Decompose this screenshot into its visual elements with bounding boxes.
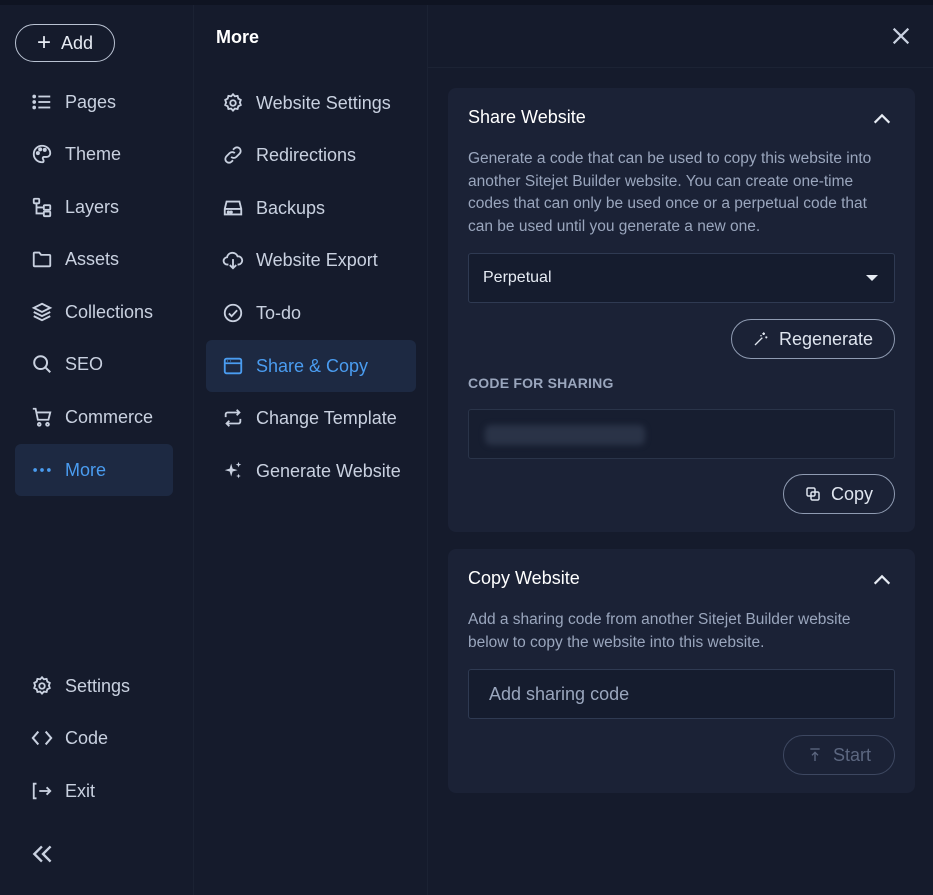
sidebar-item-pages[interactable]: Pages [15,76,173,128]
sidebar-item-more[interactable]: More [15,444,173,496]
sidebar-item-code[interactable]: Code [15,712,173,764]
sidebar-item-collections[interactable]: Collections [15,286,173,338]
browser-window-icon [223,357,243,375]
layers-tree-icon [32,197,52,218]
regenerate-label: Regenerate [778,328,874,349]
code-for-sharing-label: CODE FOR SHARING [468,375,614,391]
submenu-item-label: Change Template [256,407,397,428]
caret-down-icon [866,275,878,281]
sidebar-item-label: More [65,459,107,480]
regenerate-button[interactable]: Regenerate [731,319,895,359]
code-icon [31,730,53,746]
submenu-item-label: Website Export [256,249,378,270]
submenu-item-label: Backups [256,197,326,218]
swap-icon [224,409,242,427]
cloud-download-icon [222,251,244,270]
sidebar-item-layers[interactable]: Layers [15,181,173,233]
plus-icon: + [36,29,51,56]
submenu-item-backups[interactable]: Backups [206,182,416,234]
copy-code-button[interactable]: Copy [783,474,895,514]
chevron-up-icon[interactable] [871,108,893,130]
submenu-item-label: Share & Copy [256,355,369,376]
sidebar-item-label: Theme [65,143,122,164]
palette-icon [32,144,52,164]
sidebar-item-label: Pages [65,91,117,112]
share-website-title: Share Website [468,107,586,127]
sidebar-item-label: Commerce [65,406,154,427]
submenu-item-website-settings[interactable]: Website Settings [206,77,416,129]
sidebar-item-label: Layers [65,196,120,217]
exit-icon [32,782,52,800]
share-website-card: Share Website Generate a code that can b… [448,88,915,532]
gear-icon [33,675,51,695]
chevron-up-icon[interactable] [871,569,893,591]
copy-label: Copy [830,483,874,504]
list-icon [32,94,51,110]
submenu-item-label: Redirections [256,144,357,165]
sparkles-icon [224,461,242,479]
sidebar-item-label: Assets [65,248,120,269]
cart-icon [32,407,52,427]
share-copy-panel: Share Website Generate a code that can b… [427,5,933,895]
sidebar-item-theme[interactable]: Theme [15,128,173,180]
add-button[interactable]: + Add [15,24,115,62]
submenu-item-change-template[interactable]: Change Template [206,392,416,444]
header-divider [428,67,933,68]
start-label: Start [832,744,871,765]
copy-icon [806,487,820,501]
share-mode-select[interactable]: Perpetual [468,253,895,303]
sharing-code-input[interactable] [468,669,895,719]
sidebar-item-settings[interactable]: Settings [15,660,173,712]
sidebar-item-assets[interactable]: Assets [15,233,173,285]
submenu-item-label: Website Settings [256,92,391,113]
redacted-code [485,425,645,445]
drive-icon [223,200,243,216]
search-icon [33,355,51,373]
submenu-title: More [216,27,260,47]
check-circle-icon [223,303,243,323]
link-icon [224,146,242,164]
sidebar-item-label: Settings [65,675,131,696]
main-sidebar: + Add Pages Theme Layers Assets Collecti… [0,5,193,895]
sidebar-item-label: SEO [65,353,104,374]
close-button[interactable] [888,23,914,49]
sharing-code-field[interactable] [468,409,895,459]
copy-website-card: Copy Website Add a sharing code from ano… [448,549,915,793]
gear-icon [224,92,242,112]
submenu-item-todo[interactable]: To-do [206,287,416,339]
submenu-item-label: Generate Website [256,460,401,481]
sidebar-item-label: Exit [65,780,96,801]
start-button[interactable]: Start [783,735,895,775]
stack-icon [31,302,53,322]
submenu-item-share-copy[interactable]: Share & Copy [206,340,416,392]
upload-icon [810,748,820,761]
sidebar-item-commerce[interactable]: Commerce [15,391,173,443]
more-submenu: More Website Settings Redirections Backu… [193,5,427,895]
share-mode-value: Perpetual [483,269,552,286]
folder-icon [32,251,52,268]
copy-website-title: Copy Website [468,568,580,588]
submenu-item-website-export[interactable]: Website Export [206,234,416,286]
share-website-description: Generate a code that can be used to copy… [468,150,872,235]
close-icon [892,27,910,45]
submenu-item-generate-website[interactable]: Generate Website [206,445,416,497]
sidebar-item-label: Collections [65,301,154,322]
magic-wand-icon [754,332,768,346]
sidebar-item-exit[interactable]: Exit [15,765,173,817]
copy-website-description: Add a sharing code from another Sitejet … [468,611,851,651]
submenu-item-label: To-do [256,302,302,323]
double-chevron-left-icon [32,845,52,863]
collapse-sidebar-button[interactable] [30,841,56,867]
submenu-item-redirections[interactable]: Redirections [206,129,416,181]
add-button-label: Add [60,32,94,53]
sidebar-item-label: Code [65,727,109,748]
more-dots-icon [33,468,51,472]
sidebar-item-seo[interactable]: SEO [15,338,173,390]
